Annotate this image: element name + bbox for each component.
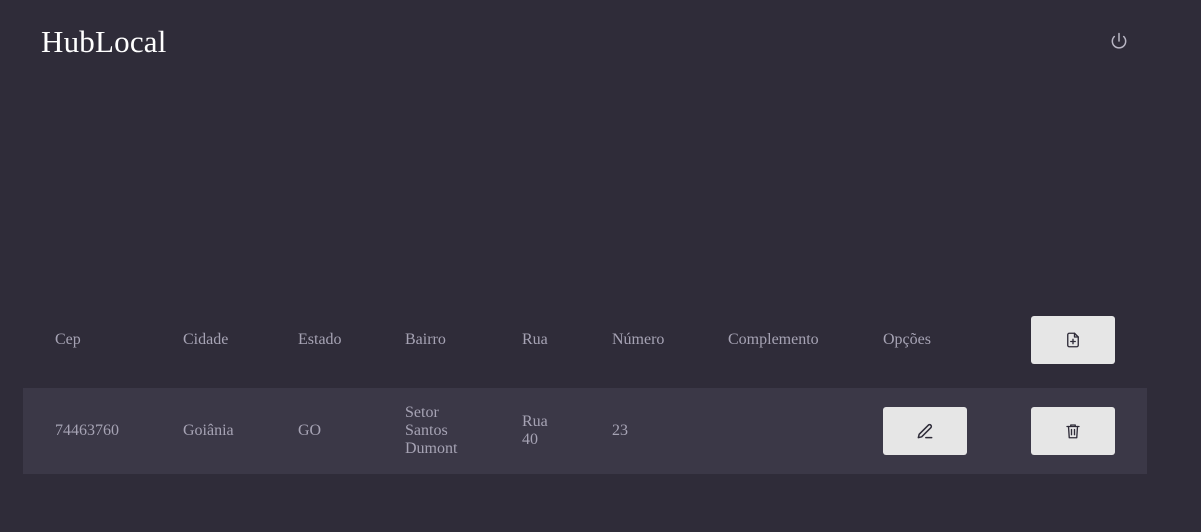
file-plus-icon (1067, 332, 1079, 348)
column-header-bairro: Bairro (405, 331, 446, 348)
table-header-row: Cep Cidade Estado Bairro Rua Número Comp… (23, 310, 1147, 370)
column-header-estado: Estado (298, 331, 342, 348)
column-header-cep: Cep (55, 331, 81, 348)
edit-address-button[interactable] (883, 407, 967, 455)
pencil-icon (917, 423, 933, 439)
trash-icon (1066, 424, 1080, 439)
cell-numero: 23 (612, 422, 628, 439)
cell-cidade: Goiânia (183, 422, 234, 439)
logout-button[interactable] (1106, 28, 1132, 54)
address-table: Cep Cidade Estado Bairro Rua Número Comp… (23, 310, 1147, 474)
brand-logo-text: HubLocal (41, 24, 167, 59)
cell-estado: GO (298, 422, 322, 439)
column-header-cidade: Cidade (183, 331, 229, 348)
column-header-rua: Rua (522, 331, 548, 348)
cell-rua: Rua 40 (522, 413, 548, 448)
add-address-button[interactable] (1031, 316, 1115, 364)
delete-address-button[interactable] (1031, 407, 1115, 455)
cell-bairro: Setor Santos Dumont (405, 404, 458, 457)
table-row: 74463760 Goiânia GO Setor Santos Dumont … (23, 388, 1147, 474)
power-icon (1111, 32, 1127, 49)
column-header-opcoes: Opções (883, 331, 931, 348)
cell-cep: 74463760 (55, 422, 119, 439)
column-header-numero: Número (612, 331, 665, 348)
column-header-complemento: Complemento (728, 331, 819, 348)
